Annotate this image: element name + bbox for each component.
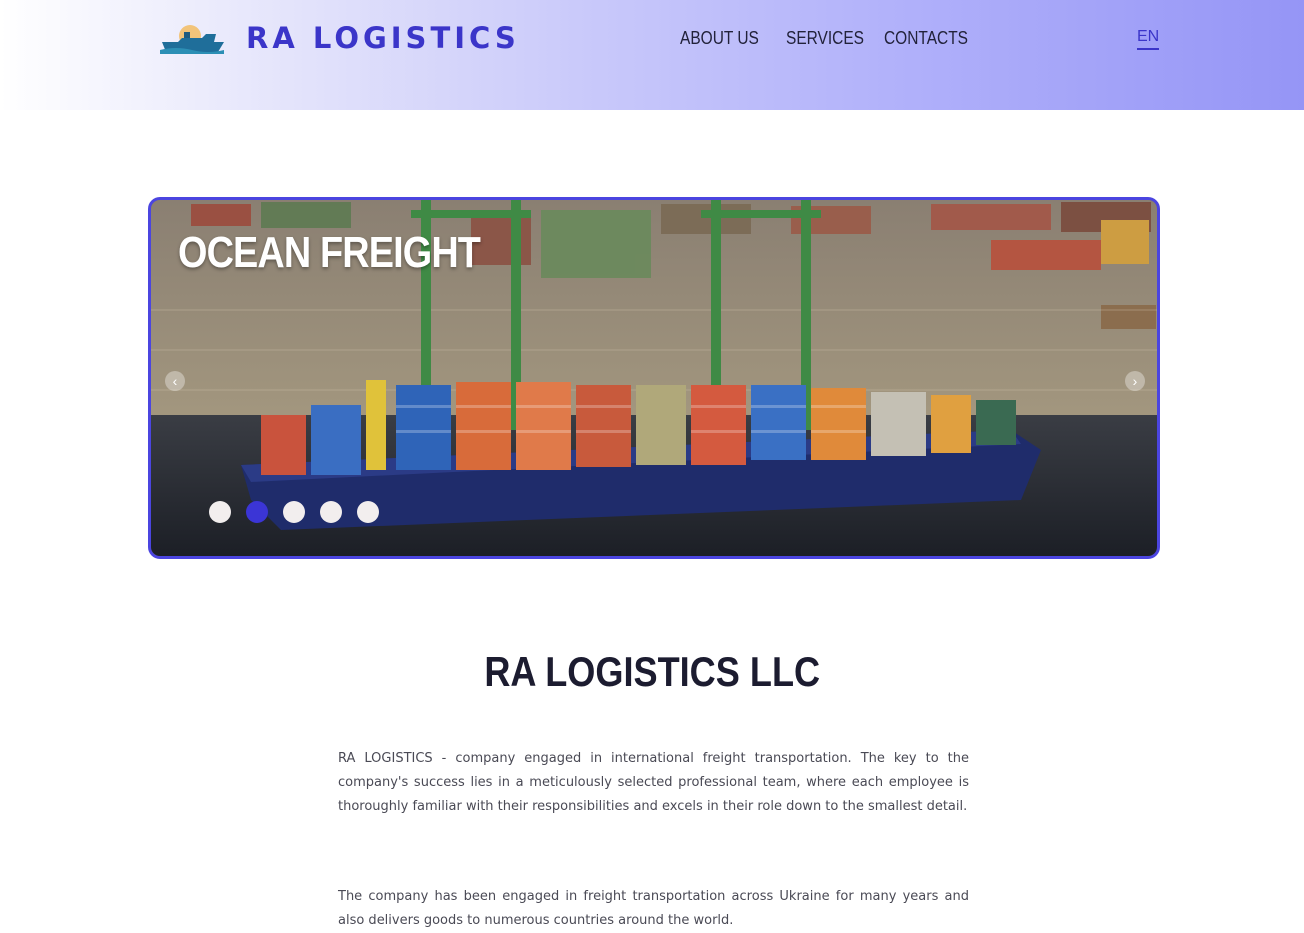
logo[interactable]: RA LOGISTICS <box>158 18 520 58</box>
ship-logo-icon <box>160 25 224 54</box>
company-title: RA LOGISTICS LLC <box>0 648 1304 696</box>
slider-prev-arrow[interactable]: ‹ <box>165 371 185 391</box>
slider-next-arrow[interactable]: › <box>1125 371 1145 391</box>
slider-dot-4[interactable] <box>320 501 342 523</box>
slider-dot-1[interactable] <box>209 501 231 523</box>
slider-dots <box>209 501 379 523</box>
nav-services[interactable]: SERVICES <box>786 28 864 49</box>
slider-dot-3[interactable] <box>283 501 305 523</box>
logo-text: RA LOGISTICS <box>246 21 520 55</box>
main-nav: ABOUT US SERVICES CONTACTS <box>680 28 974 49</box>
about-paragraph-1: RA LOGISTICS - company engaged in intern… <box>338 751 969 814</box>
hero-slider: OCEAN FREIGHT ‹ › <box>148 197 1160 559</box>
slider-dot-5[interactable] <box>357 501 379 523</box>
nav-contacts[interactable]: CONTACTS <box>884 28 968 49</box>
site-header: RA LOGISTICS ABOUT US SERVICES CONTACTS … <box>0 0 1304 110</box>
slide-title: OCEAN FREIGHT <box>178 228 481 277</box>
about-paragraph-2: The company has been engaged in freight … <box>338 889 969 928</box>
slider-dot-2[interactable] <box>246 501 268 523</box>
nav-about-us[interactable]: ABOUT US <box>680 28 759 49</box>
language-switch[interactable]: EN <box>1137 28 1160 50</box>
company-title-text: RA LOGISTICS LLC <box>484 648 820 695</box>
